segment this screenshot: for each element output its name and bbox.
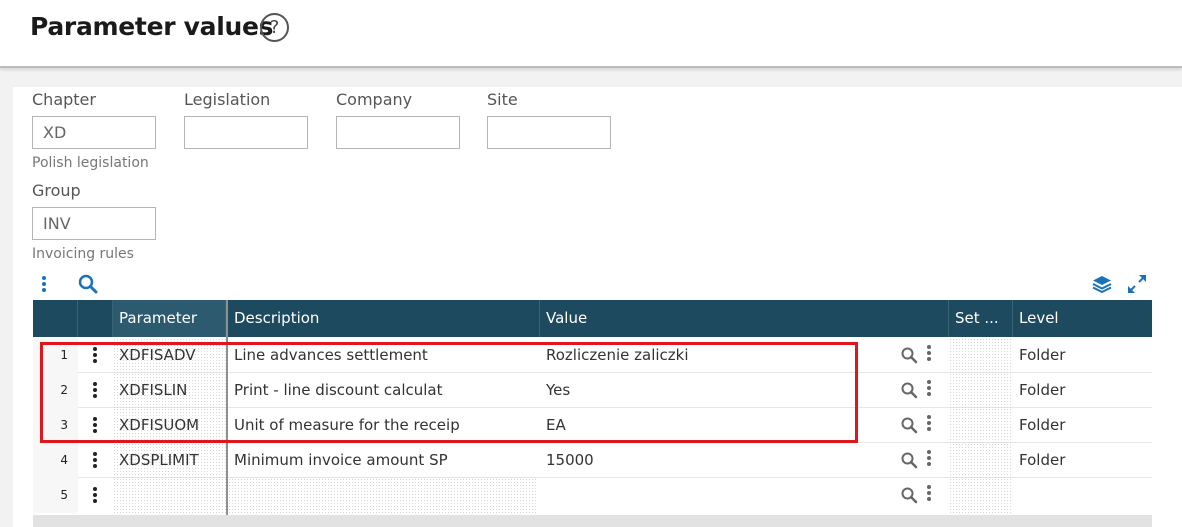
- row-number: 5: [33, 478, 78, 513]
- value-actions-icon[interactable]: [927, 450, 931, 468]
- set-cell: [949, 443, 1011, 478]
- help-icon[interactable]: ?: [260, 13, 289, 42]
- more-vertical-icon[interactable]: [42, 276, 46, 294]
- rownum-header: [33, 300, 78, 337]
- level-cell: Folder: [1019, 346, 1066, 364]
- zoom-icon[interactable]: [900, 486, 918, 504]
- description-cell: [228, 478, 538, 513]
- legislation-field[interactable]: [184, 116, 308, 149]
- table-row[interactable]: 4 XDSPLIMIT Minimum invoice amount SP 15…: [33, 443, 1152, 478]
- grid-header: Parameter Description Value Set ... Leve…: [33, 300, 1152, 337]
- row-menu-icon[interactable]: [93, 452, 97, 470]
- chapter-label: Chapter: [32, 90, 96, 109]
- legislation-label: Legislation: [184, 90, 271, 109]
- value-cell[interactable]: 15000: [540, 443, 890, 478]
- column-header-value[interactable]: Value: [540, 300, 949, 337]
- company-label: Company: [336, 90, 413, 109]
- menu-header: [78, 300, 113, 337]
- description-cell: Minimum invoice amount SP: [234, 451, 448, 469]
- value-actions-icon[interactable]: [927, 380, 931, 398]
- value-actions-icon[interactable]: [927, 415, 931, 433]
- level-cell: Folder: [1019, 416, 1066, 434]
- group-label: Group: [32, 181, 81, 200]
- highlight-box: [40, 342, 858, 443]
- expand-icon[interactable]: [1127, 274, 1147, 294]
- level-cell: Folder: [1019, 451, 1066, 469]
- value-actions-icon[interactable]: [927, 345, 931, 363]
- group-description: Invoicing rules: [32, 246, 134, 262]
- level-cell: [1013, 478, 1152, 513]
- zoom-icon[interactable]: [900, 381, 918, 399]
- layers-icon[interactable]: [1092, 274, 1112, 294]
- set-cell: [949, 373, 1011, 408]
- company-field[interactable]: [336, 116, 460, 149]
- column-header-parameter[interactable]: Parameter: [113, 300, 226, 337]
- level-cell: Folder: [1019, 381, 1066, 399]
- value-cell[interactable]: [540, 478, 890, 513]
- parameter-cell[interactable]: XDSPLIMIT: [113, 443, 226, 478]
- search-icon[interactable]: [78, 274, 98, 294]
- site-field[interactable]: [487, 116, 611, 149]
- site-label: Site: [487, 90, 518, 109]
- value-actions-icon[interactable]: [927, 485, 931, 503]
- chapter-field[interactable]: XD: [32, 116, 156, 149]
- grid-footer: [33, 515, 1152, 527]
- page-title: Parameter values: [30, 12, 274, 41]
- set-cell: [949, 338, 1011, 373]
- zoom-icon[interactable]: [900, 416, 918, 434]
- table-row[interactable]: 5: [33, 478, 1152, 513]
- column-header-set[interactable]: Set ...: [949, 300, 1013, 337]
- group-field[interactable]: INV: [32, 207, 156, 240]
- row-menu-icon[interactable]: [93, 487, 97, 505]
- parameter-cell[interactable]: [113, 478, 226, 513]
- chapter-description: Polish legislation: [32, 155, 149, 171]
- row-number: 4: [33, 443, 78, 478]
- column-header-description[interactable]: Description: [228, 300, 540, 337]
- zoom-icon[interactable]: [900, 451, 918, 469]
- page-header: Parameter values ?: [0, 0, 1182, 68]
- set-cell: [949, 408, 1011, 443]
- column-header-level[interactable]: Level: [1013, 300, 1152, 337]
- set-cell: [949, 478, 1011, 513]
- zoom-icon[interactable]: [900, 346, 918, 364]
